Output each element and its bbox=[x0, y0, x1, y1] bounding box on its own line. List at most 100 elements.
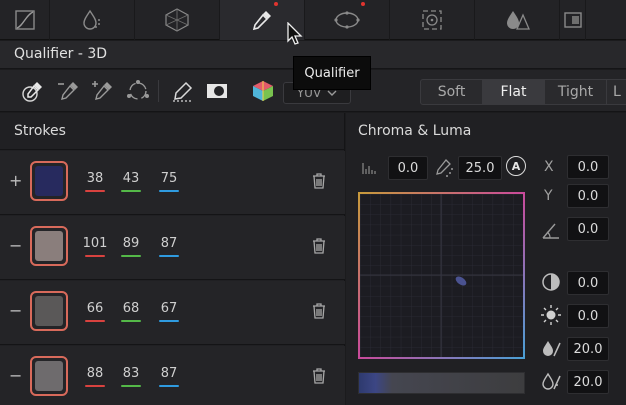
softness-segmented-control: Soft Flat Tight L bbox=[420, 79, 626, 105]
picker-tool-button[interactable] bbox=[20, 78, 46, 104]
auto-badge-button[interactable]: A bbox=[506, 156, 526, 176]
stroke-value-blue: 75 bbox=[160, 171, 178, 186]
strokes-header: Strokes bbox=[0, 113, 345, 150]
picker-plus-button[interactable] bbox=[90, 78, 116, 104]
tracker-target-icon bbox=[422, 10, 442, 30]
stroke-sign: + bbox=[9, 171, 23, 190]
stroke-color bbox=[35, 166, 63, 196]
x-label: X bbox=[544, 159, 554, 175]
invert-button[interactable] bbox=[204, 78, 230, 104]
blur-strength-icon bbox=[542, 372, 561, 390]
stroke-value-red: 101 bbox=[82, 236, 108, 251]
low-input[interactable]: 0.0 bbox=[388, 156, 428, 180]
curves-palette-button[interactable] bbox=[0, 0, 50, 40]
angle-icon bbox=[542, 223, 559, 239]
color-cube-icon bbox=[253, 81, 273, 101]
softness-dropper-icon bbox=[436, 159, 453, 177]
stroke-row[interactable]: − 66 68 67 bbox=[0, 281, 345, 345]
window-indicator bbox=[361, 2, 365, 6]
stroke-sign: − bbox=[9, 301, 23, 320]
blue-channel-bar bbox=[159, 190, 179, 192]
mesh-icon bbox=[165, 8, 189, 32]
hsl-palette-button[interactable] bbox=[135, 0, 220, 40]
chroma-luma-plot[interactable] bbox=[358, 192, 525, 359]
green-channel-bar bbox=[121, 255, 141, 257]
tool-divider bbox=[158, 80, 159, 102]
stroke-value-green: 89 bbox=[122, 236, 140, 251]
x-input[interactable]: 0.0 bbox=[567, 155, 609, 179]
red-channel-bar bbox=[85, 190, 105, 192]
stroke-row[interactable]: + 38 43 75 bbox=[0, 151, 345, 215]
stroke-color bbox=[35, 231, 63, 261]
stroke-sign: − bbox=[9, 366, 23, 385]
param-5-input[interactable]: 0.0 bbox=[567, 304, 609, 328]
feather-ring-icon bbox=[127, 80, 149, 100]
trash-icon[interactable] bbox=[312, 173, 326, 189]
color-warper-palette-button[interactable] bbox=[50, 0, 135, 40]
stroke-value-blue: 87 bbox=[160, 366, 178, 381]
stroke-sign: − bbox=[9, 236, 23, 255]
highlight-tool-button[interactable] bbox=[170, 78, 196, 104]
red-channel-bar bbox=[85, 320, 105, 322]
red-channel-bar bbox=[85, 385, 105, 387]
stroke-value-green: 43 bbox=[122, 171, 140, 186]
stroke-value-red: 66 bbox=[86, 301, 104, 316]
eyedropper-icon bbox=[252, 11, 271, 31]
param-6-input[interactable]: 20.0 bbox=[567, 337, 609, 361]
window-palette-button[interactable] bbox=[305, 0, 390, 40]
trash-icon[interactable] bbox=[312, 303, 326, 319]
chevron-down-icon bbox=[327, 90, 337, 96]
stroke-color bbox=[35, 296, 63, 326]
stroke-swatch[interactable] bbox=[30, 226, 68, 266]
blur-drop-icon bbox=[507, 11, 530, 30]
curves-icon bbox=[14, 10, 35, 30]
high-input[interactable]: 25.0 bbox=[458, 156, 502, 180]
stroke-value-blue: 67 bbox=[160, 301, 178, 316]
blue-channel-bar bbox=[159, 255, 179, 257]
stroke-swatch[interactable] bbox=[30, 291, 68, 331]
key-palette-button[interactable] bbox=[560, 0, 586, 40]
stroke-row[interactable]: − 88 83 87 bbox=[0, 346, 345, 405]
stroke-value-red: 38 bbox=[86, 171, 104, 186]
trash-icon[interactable] bbox=[312, 238, 326, 254]
tracker-palette-button[interactable] bbox=[390, 0, 475, 40]
power-window-icon bbox=[334, 11, 360, 29]
param-7-input[interactable]: 20.0 bbox=[567, 370, 609, 394]
chroma-luma-panel: Chroma & Luma 0.0 25.0 A X 0.0 Y 0.0 0.0… bbox=[346, 113, 626, 405]
more-softness-button[interactable]: L bbox=[607, 80, 626, 104]
feather-tool-button[interactable] bbox=[125, 78, 151, 104]
stroke-value-red: 88 bbox=[86, 366, 104, 381]
strokes-title: Strokes bbox=[14, 123, 66, 139]
panel-title: Qualifier - 3D bbox=[14, 46, 108, 62]
blue-channel-bar bbox=[159, 320, 179, 322]
blur-radius-icon bbox=[543, 341, 561, 357]
flat-button[interactable]: Flat bbox=[483, 80, 545, 104]
stroke-row[interactable]: − 101 89 87 bbox=[0, 216, 345, 280]
3d-cube-button[interactable] bbox=[250, 78, 276, 104]
contrast-icon bbox=[542, 273, 560, 291]
stroke-value-green: 83 bbox=[122, 366, 140, 381]
blur-palette-button[interactable] bbox=[475, 0, 560, 40]
pen-highlight-icon bbox=[173, 81, 193, 102]
key-icon bbox=[563, 12, 582, 28]
stroke-value-blue: 87 bbox=[160, 236, 178, 251]
y-input[interactable]: 0.0 bbox=[567, 184, 609, 208]
histogram-icon bbox=[362, 163, 376, 174]
red-channel-bar bbox=[85, 255, 105, 257]
green-channel-bar bbox=[121, 190, 141, 192]
stroke-swatch[interactable] bbox=[30, 356, 68, 396]
soft-button[interactable]: Soft bbox=[421, 80, 483, 104]
picker-minus-button[interactable] bbox=[56, 78, 82, 104]
stroke-value-green: 68 bbox=[122, 301, 140, 316]
strokes-panel: Strokes + 38 43 75 − 101 89 87 − 66 68 6… bbox=[0, 113, 345, 405]
palette-toolbar bbox=[0, 0, 626, 40]
trash-icon[interactable] bbox=[312, 368, 326, 384]
param-4-input[interactable]: 0.0 bbox=[567, 271, 609, 295]
luma-strip[interactable] bbox=[358, 372, 525, 394]
warper-drop-icon bbox=[83, 9, 100, 30]
green-channel-bar bbox=[121, 385, 141, 387]
brightness-icon bbox=[541, 305, 561, 325]
tight-button[interactable]: Tight bbox=[545, 80, 607, 104]
angle-input[interactable]: 0.0 bbox=[567, 217, 609, 241]
stroke-swatch[interactable] bbox=[30, 161, 68, 201]
